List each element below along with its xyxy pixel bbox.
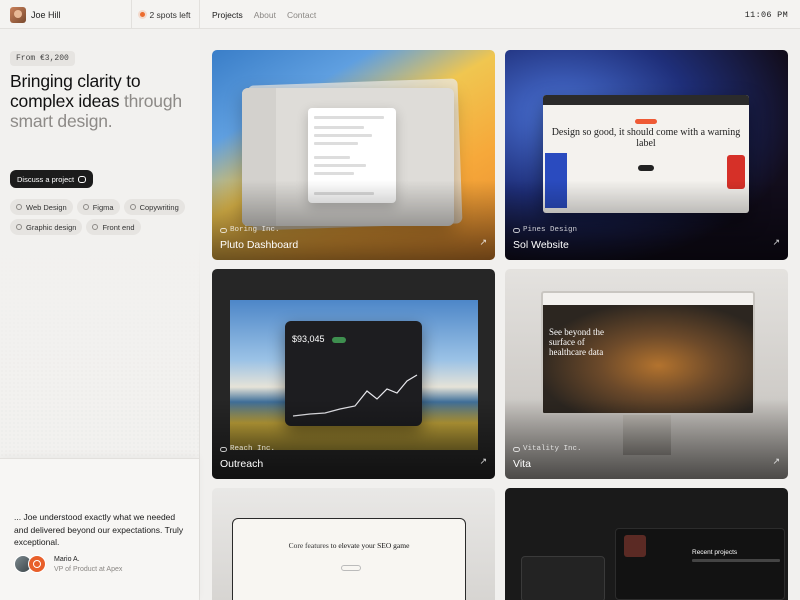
handshake-icon	[220, 446, 227, 452]
top-bar: Joe Hill 2 spots left Projects About Con…	[0, 0, 800, 29]
author-name: Mario A.	[54, 555, 80, 563]
testimonial-author: Mario A. VP of Product at Apex	[14, 555, 122, 573]
hero-headline: Bringing clarity to complex ideas throug…	[10, 71, 195, 131]
mockup-heading: Recent projects	[692, 549, 738, 556]
arrow-up-right-icon: ↗	[479, 237, 487, 247]
arrow-up-right-icon: ↗	[772, 456, 780, 466]
tag-label: Figma	[92, 202, 114, 212]
card-title: Pluto Dashboard	[220, 239, 299, 251]
service-tags: Web Design Figma Copywriting Graphic des…	[10, 199, 200, 235]
headline-main: Bringing clarity to complex ideas	[10, 71, 141, 111]
tag-label: Graphic design	[26, 222, 77, 232]
mockup-headline: See beyond the surface of healthcare dat…	[549, 327, 604, 357]
pen-icon	[129, 204, 136, 210]
tag-web-design: Web Design	[10, 199, 73, 215]
author-role: VP of Product at Apex	[54, 565, 123, 573]
tag-graphic-design: Graphic design	[10, 219, 83, 235]
nav-about[interactable]: About	[254, 10, 276, 20]
figma-icon	[82, 204, 89, 210]
mockup-headline: Core features to elevate your SEO game	[288, 541, 410, 550]
clock: 11:06 PM	[744, 9, 788, 20]
testimonial-quote: ... Joe understood exactly what we neede…	[14, 512, 184, 547]
arrow-up-right-icon: ↗	[772, 237, 780, 247]
project-card-outreach[interactable]: $93,045 Reach Inc. Outreach ↗	[212, 269, 495, 479]
profile-link[interactable]: Joe Hill	[0, 0, 132, 29]
tag-label: Web Design	[26, 202, 67, 212]
tag-label: Front end	[102, 222, 135, 232]
tag-front-end: Front end	[86, 219, 141, 235]
mockup-headline: Design so good, it should come with a wa…	[551, 127, 741, 149]
tag-figma: Figma	[76, 199, 120, 215]
main-nav: Projects About Contact	[212, 0, 316, 29]
handshake-icon	[220, 227, 227, 233]
availability-text: 2 spots left	[149, 9, 191, 20]
avatar	[10, 6, 26, 23]
project-card-portfolio[interactable]: Recent projects	[505, 488, 788, 600]
card-client: Boring Inc.	[220, 226, 280, 234]
palette-icon	[16, 224, 22, 230]
cta-label: Discuss a project	[17, 174, 75, 184]
project-card-vita[interactable]: See beyond the surface of healthcare dat…	[505, 269, 788, 479]
project-card-seo[interactable]: Core features to elevate your SEO game	[212, 488, 495, 600]
nav-contact[interactable]: Contact	[287, 10, 316, 20]
card-title: Vita	[513, 458, 531, 470]
projects-panel-mockup: Recent projects	[615, 528, 785, 600]
sidebar: From €3,200 Bringing clarity to complex …	[0, 29, 200, 600]
project-card-sol[interactable]: Design so good, it should come with a wa…	[505, 50, 788, 260]
eye-icon	[92, 224, 99, 230]
card-client: Reach Inc.	[220, 445, 275, 453]
project-card-pluto[interactable]: Boring Inc. Pluto Dashboard ↗	[212, 50, 495, 260]
company-logo-icon	[28, 555, 46, 573]
profile-window-mockup	[521, 556, 605, 600]
profile-name: Joe Hill	[31, 9, 61, 20]
card-title: Sol Website	[513, 239, 569, 251]
tag-label: Copywriting	[139, 202, 179, 212]
arrow-up-right-icon: ↗	[479, 456, 487, 466]
chat-bubble-icon	[78, 175, 87, 183]
card-title: Outreach	[220, 458, 264, 470]
testimonial-card: ... Joe understood exactly what we neede…	[0, 458, 199, 600]
monitor-mockup: See beyond the surface of healthcare dat…	[541, 291, 755, 415]
handshake-icon	[513, 227, 520, 233]
status-dot-icon	[140, 12, 146, 17]
availability-status: 2 spots left	[132, 0, 200, 29]
price-badge: From €3,200	[10, 51, 75, 66]
tag-copywriting: Copywriting	[123, 199, 185, 215]
card-client: Pines Design	[513, 226, 577, 234]
globe-icon	[16, 204, 22, 210]
handshake-icon	[513, 446, 520, 452]
card-client: Vitality Inc.	[513, 445, 582, 453]
nav-projects[interactable]: Projects	[212, 10, 243, 20]
seo-site-mockup: Core features to elevate your SEO game	[232, 518, 466, 600]
discuss-project-button[interactable]: Discuss a project	[10, 170, 94, 188]
